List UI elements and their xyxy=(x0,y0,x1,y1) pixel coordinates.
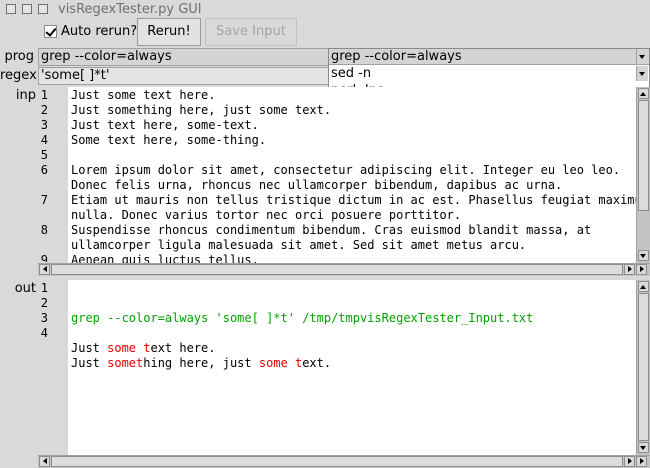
output-text: ext here. xyxy=(150,341,216,355)
scroll-down-arrow-icon[interactable] xyxy=(638,250,649,261)
regex-input-value: 'some[ ]*t' xyxy=(41,68,110,83)
input-hscroll-thumb[interactable] xyxy=(51,264,623,275)
output-text: Just xyxy=(71,341,108,355)
output-command-line: grep --color=always 'some[ ]*t' /tmp/tmp… xyxy=(71,311,534,325)
output-text: hing here, just xyxy=(143,356,259,370)
line-number xyxy=(34,178,48,193)
input-scroll-thumb[interactable] xyxy=(638,100,649,211)
output-hscroll-thumb[interactable] xyxy=(51,456,623,467)
save-input-button[interactable]: Save Input xyxy=(205,18,297,46)
scroll-right-arrow-icon[interactable] xyxy=(636,264,647,275)
chevron-down-icon[interactable] xyxy=(636,49,648,64)
input-line: nulla. Donec varius tortor nec orci posu… xyxy=(71,208,462,222)
line-number: 4 xyxy=(40,133,48,147)
match-highlight: some t xyxy=(107,341,151,355)
line-number: 6 xyxy=(40,163,48,177)
input-line: ullamcorper ligula malesuada sit amet. S… xyxy=(71,238,527,252)
title-bar: visRegexTester.py GUI xyxy=(0,0,650,20)
input-text-area[interactable]: Just some text here. Just something here,… xyxy=(68,87,636,264)
output-text: Just xyxy=(71,356,108,370)
line-number xyxy=(34,208,48,223)
auto-rerun-label: Auto rerun? xyxy=(61,24,138,39)
prog-option[interactable]: grep --color=always xyxy=(329,49,649,65)
minimize-icon[interactable] xyxy=(22,4,32,14)
scroll-down-arrow-icon[interactable] xyxy=(638,442,649,453)
input-line-numbers: 123456 7 8 9 xyxy=(34,88,48,262)
output-vertical-scrollbar[interactable] xyxy=(636,280,650,455)
scroll-up-arrow-icon[interactable] xyxy=(638,88,649,99)
line-number: 1 xyxy=(40,88,48,102)
output-line: Just some text here. xyxy=(68,341,636,356)
scroll-right-arrow-icon[interactable] xyxy=(624,456,635,467)
input-line: Just text here, some-text. xyxy=(71,118,259,132)
output-line-numbers: 1234 xyxy=(34,281,48,341)
input-line: Etiam ut mauris non tellus tristique dic… xyxy=(71,193,636,207)
line-number: 1 xyxy=(40,281,48,295)
regex-label: regex xyxy=(0,68,37,83)
input-line: Just something here, just some text. xyxy=(71,103,332,117)
input-line: Just some text here. xyxy=(71,88,216,102)
output-line: Just something here, just some text. xyxy=(68,356,636,371)
input-pane-label: inp xyxy=(15,88,36,103)
match-highlight: some t xyxy=(258,356,303,370)
chevron-down-icon[interactable] xyxy=(636,66,648,81)
auto-rerun-checkbox[interactable] xyxy=(44,25,57,38)
input-line: Donec felis urna, rhoncus nec ullamcorpe… xyxy=(71,178,563,192)
scroll-left-arrow-icon[interactable] xyxy=(39,456,50,467)
line-number: 7 xyxy=(40,193,48,207)
output-text: ext. xyxy=(302,356,332,370)
window-title: visRegexTester.py GUI xyxy=(58,2,202,17)
scroll-left-arrow-icon[interactable] xyxy=(39,264,50,275)
line-number xyxy=(34,238,48,253)
input-line: Suspendisse rhoncus condimentum bibendum… xyxy=(71,223,592,237)
output-horizontal-scrollbar[interactable] xyxy=(38,455,650,468)
output-pane-label: out xyxy=(14,281,36,296)
match-highlight: somet xyxy=(107,356,144,370)
prog-label: prog xyxy=(4,49,34,64)
scroll-right-arrow-icon[interactable] xyxy=(624,264,635,275)
prog-select-value: grep --color=always xyxy=(41,49,172,64)
line-number: 2 xyxy=(40,103,48,117)
input-line: Lorem ipsum dolor sit amet, consectetur … xyxy=(71,163,621,177)
scroll-up-arrow-icon[interactable] xyxy=(638,281,649,292)
window-menu-icon[interactable] xyxy=(6,4,16,14)
maximize-icon[interactable] xyxy=(38,4,48,14)
input-line xyxy=(68,148,636,163)
line-number: 2 xyxy=(40,296,48,310)
output-text-area[interactable]: grep --color=always 'some[ ]*t' /tmp/tmp… xyxy=(68,280,636,456)
input-horizontal-scrollbar[interactable] xyxy=(38,263,650,276)
line-number: 4 xyxy=(40,326,48,340)
line-number: 3 xyxy=(40,118,48,132)
line-number: 8 xyxy=(40,223,48,237)
scroll-right-arrow-icon[interactable] xyxy=(636,456,647,467)
line-number: 3 xyxy=(40,311,48,325)
prog-option[interactable]: sed -n xyxy=(329,66,649,82)
rerun-button[interactable]: Rerun! xyxy=(137,18,201,46)
input-line: Some text here, some-thing. xyxy=(71,133,267,147)
line-number: 5 xyxy=(40,148,48,162)
output-scroll-thumb[interactable] xyxy=(638,293,649,441)
line-number: 9 xyxy=(40,253,48,262)
input-vertical-scrollbar[interactable] xyxy=(636,87,650,263)
